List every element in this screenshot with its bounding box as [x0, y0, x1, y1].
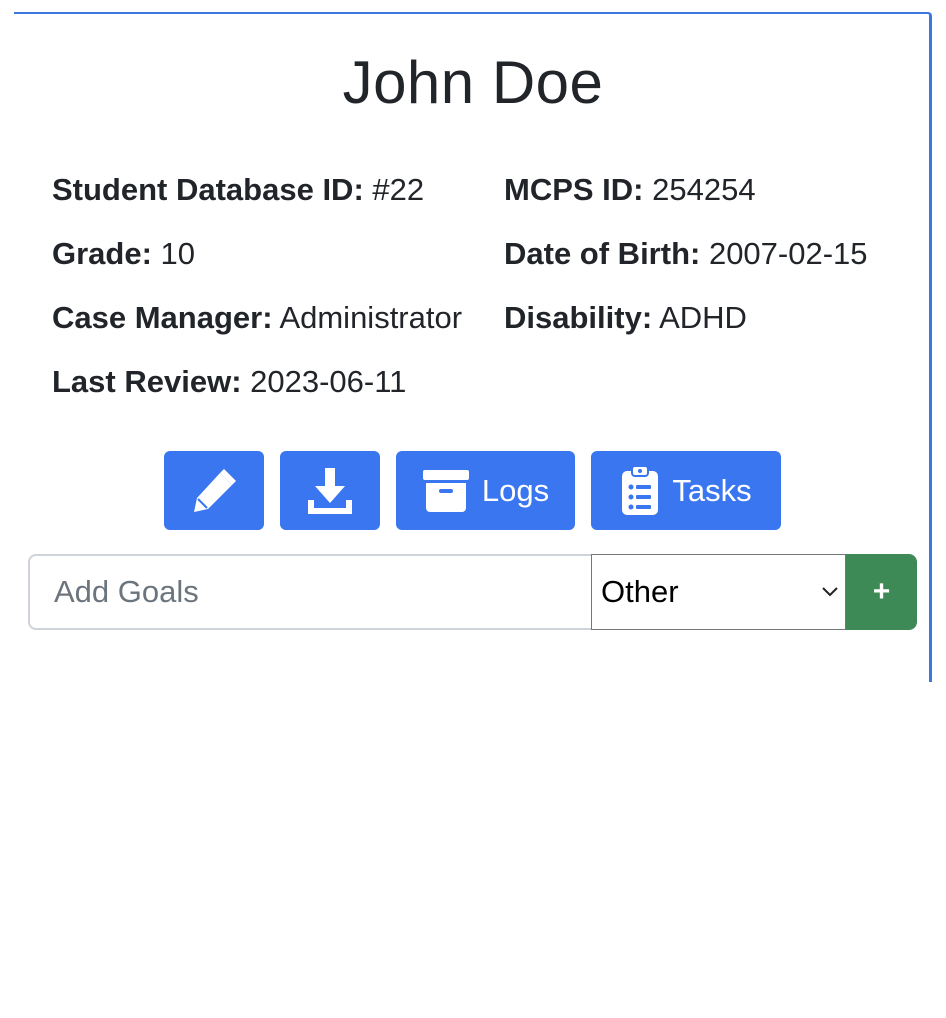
disability-value: ADHD	[659, 300, 747, 335]
case-manager: Case Manager: Administrator	[52, 298, 462, 338]
grade: Grade: 10	[52, 234, 195, 274]
student-db-id-label: Student Database ID:	[52, 172, 364, 207]
student-name: John Doe	[342, 49, 604, 116]
grade-value: 10	[160, 236, 196, 271]
goal-category-select[interactable]: Other	[591, 554, 846, 630]
chevron-down-icon	[822, 587, 838, 597]
add-goals-input[interactable]	[28, 554, 592, 630]
clipboard-list-icon	[622, 464, 659, 515]
case-manager-value: Administrator	[279, 300, 463, 335]
add-goal-button[interactable]: +	[846, 554, 917, 630]
date-of-birth-value: 2007-02-15	[708, 236, 868, 271]
student-db-id: Student Database ID: #22	[52, 170, 424, 210]
mcps-id-label: MCPS ID:	[504, 172, 644, 207]
last-review-label: Last Review:	[52, 364, 242, 399]
pencil-icon	[194, 468, 236, 512]
grade-label: Grade:	[52, 236, 152, 271]
goal-category-selected: Other	[601, 574, 679, 609]
date-of-birth-label: Date of Birth:	[504, 236, 701, 271]
tasks-label: Tasks	[672, 472, 752, 508]
logs-button[interactable]: Logs	[396, 451, 575, 530]
mcps-id: MCPS ID: 254254	[504, 170, 756, 210]
download-icon	[308, 467, 352, 514]
edit-button[interactable]	[164, 451, 264, 530]
student-db-id-value: #22	[372, 172, 425, 207]
last-review: Last Review: 2023-06-11	[52, 362, 406, 402]
case-manager-label: Case Manager:	[52, 300, 273, 335]
mcps-id-value: 254254	[652, 172, 756, 207]
add-goal-form: Other +	[28, 554, 917, 630]
archive-box-icon	[422, 469, 469, 512]
disability-label: Disability:	[504, 300, 653, 335]
download-button[interactable]	[280, 451, 380, 530]
date-of-birth: Date of Birth: 2007-02-15	[504, 234, 868, 274]
tasks-button[interactable]: Tasks	[591, 451, 781, 530]
last-review-value: 2023-06-11	[250, 364, 407, 399]
disability: Disability: ADHD	[504, 298, 747, 338]
logs-label: Logs	[481, 472, 550, 508]
